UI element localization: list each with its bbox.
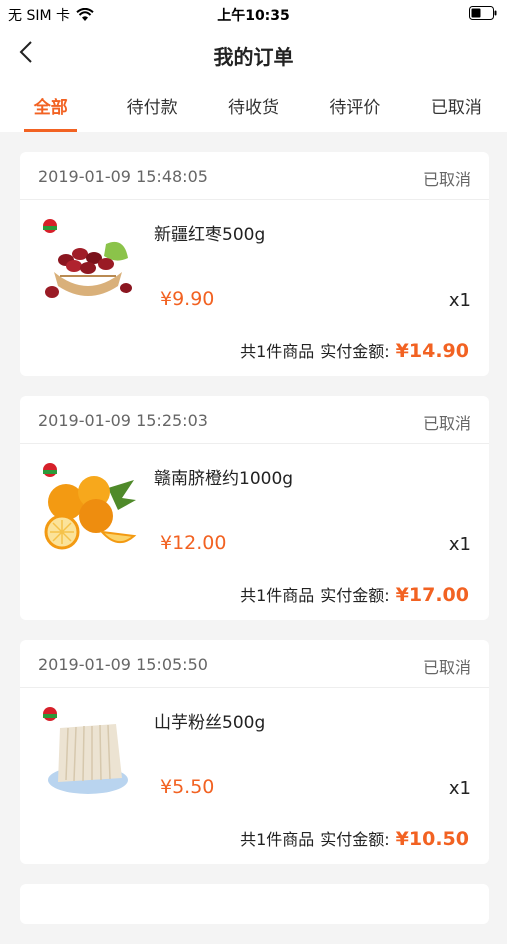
paid-amount-label: 实付金额: bbox=[320, 586, 390, 605]
order-summary: 共1件商品 实付金额: ¥17.00 bbox=[240, 582, 469, 606]
product-price: ¥9.90 bbox=[160, 288, 215, 310]
item-count: 共1件商品 bbox=[240, 830, 315, 849]
battery-icon bbox=[469, 6, 497, 20]
order-date: 2019-01-09 15:48:05 bbox=[38, 167, 208, 186]
paid-amount-label: 实付金额: bbox=[320, 342, 390, 361]
order-status: 已取消 bbox=[422, 170, 471, 189]
order-card[interactable]: 2019-01-09 15:05:50 已取消 山芋粉丝500g ¥5.50 x… bbox=[20, 640, 489, 864]
product-name: 赣南脐橙约1000g bbox=[154, 469, 294, 489]
status-bar: 无 SIM 卡 上午10:35 bbox=[0, 0, 507, 28]
item-count: 共1件商品 bbox=[240, 586, 315, 605]
paid-amount: ¥17.00 bbox=[395, 584, 469, 606]
paid-amount: ¥10.50 bbox=[395, 828, 469, 850]
order-header: 2019-01-09 15:48:05 已取消 bbox=[20, 152, 489, 200]
tab-all[interactable]: 全部 bbox=[0, 80, 101, 132]
paid-amount: ¥14.90 bbox=[395, 340, 469, 362]
nav-bar: 我的订单 bbox=[0, 28, 507, 80]
order-card[interactable]: 2019-01-09 15:48:05 已取消 新疆红枣500g ¥9.90 x… bbox=[20, 152, 489, 376]
paid-amount-label: 实付金额: bbox=[320, 830, 390, 849]
product-name: 山芋粉丝500g bbox=[154, 713, 266, 733]
page-title: 我的订单 bbox=[213, 45, 294, 69]
item-count: 共1件商品 bbox=[240, 342, 315, 361]
tab-cancelled[interactable]: 已取消 bbox=[406, 80, 507, 132]
order-summary: 共1件商品 实付金额: ¥14.90 bbox=[240, 338, 469, 362]
vermicelli-product-image bbox=[43, 707, 128, 794]
order-list: 2019-01-09 15:48:05 已取消 新疆红枣500g ¥9.90 x… bbox=[20, 152, 489, 944]
order-card[interactable]: 2019-01-09 15:25:03 已取消 赣南脐橙约1000g ¥12.0… bbox=[20, 396, 489, 620]
product-quantity: x1 bbox=[448, 290, 471, 311]
order-status: 已取消 bbox=[422, 658, 471, 677]
navel-orange-product-image bbox=[43, 463, 137, 550]
tab-pending-receipt[interactable]: 待收货 bbox=[203, 80, 304, 132]
product-price: ¥12.00 bbox=[160, 532, 227, 554]
order-date: 2019-01-09 15:05:50 bbox=[38, 655, 208, 674]
order-date: 2019-01-09 15:25:03 bbox=[38, 411, 208, 430]
order-header: 2019-01-09 15:25:03 已取消 bbox=[20, 396, 489, 444]
order-summary: 共1件商品 实付金额: ¥10.50 bbox=[240, 826, 469, 850]
order-header: 2019-01-09 15:05:50 已取消 bbox=[20, 640, 489, 688]
order-status: 已取消 bbox=[422, 414, 471, 433]
clock: 上午10:35 bbox=[217, 8, 290, 24]
order-card-partial[interactable] bbox=[20, 884, 489, 924]
product-name: 新疆红枣500g bbox=[154, 225, 266, 245]
tab-pending-review[interactable]: 待评价 bbox=[304, 80, 405, 132]
order-tabs: 全部 待付款 待收货 待评价 已取消 bbox=[0, 80, 507, 132]
product-quantity: x1 bbox=[448, 534, 471, 555]
red-dates-product-image bbox=[43, 219, 132, 298]
tab-pending-payment[interactable]: 待付款 bbox=[101, 80, 202, 132]
product-price: ¥5.50 bbox=[160, 776, 215, 798]
product-quantity: x1 bbox=[448, 778, 471, 799]
